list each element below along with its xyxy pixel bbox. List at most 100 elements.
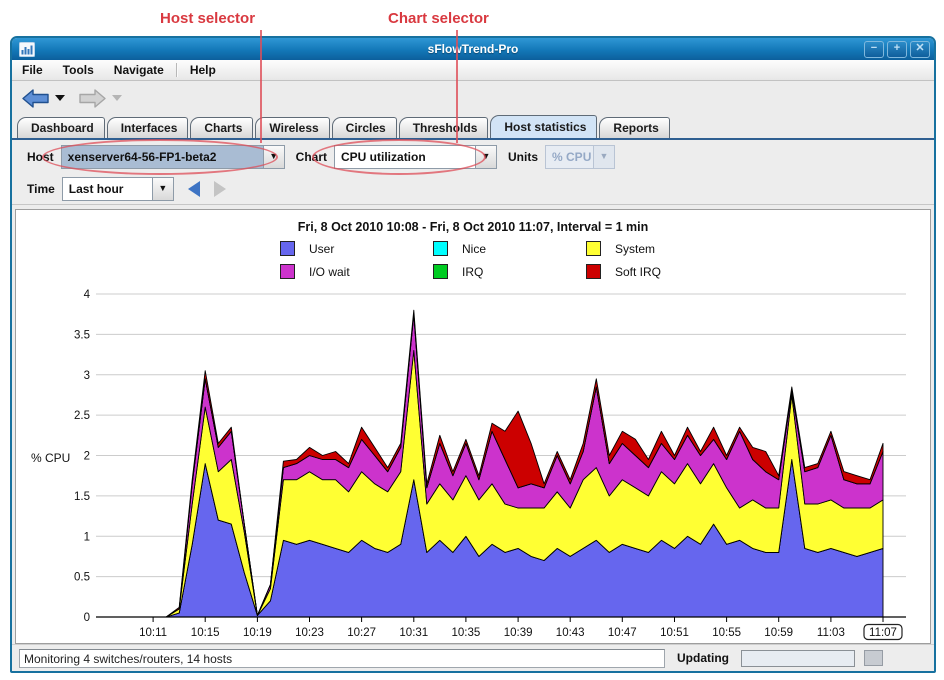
units-combobox-button[interactable]: ▼ <box>593 146 614 168</box>
host-label: Host <box>27 150 54 164</box>
legend-swatch-icon <box>280 264 295 279</box>
x-tick-label: 10:47 <box>608 627 637 639</box>
legend-swatch-icon <box>433 264 448 279</box>
legend-name: I/O wait <box>309 265 350 279</box>
close-button[interactable]: ✕ <box>910 41 930 58</box>
tab-host-statistics[interactable]: Host statistics <box>490 115 597 138</box>
status-bar: Monitoring 4 switches/routers, 14 hosts … <box>12 644 934 671</box>
legend-item: System <box>586 241 756 256</box>
navigation-toolbar <box>12 81 934 115</box>
x-tick-label: 10:31 <box>399 627 428 639</box>
x-tick-label: 10:11 <box>139 627 167 639</box>
host-selector-annotation: Host selector <box>160 10 255 27</box>
x-tick-label: 10:55 <box>712 627 741 639</box>
y-tick-label: 0.5 <box>74 572 90 584</box>
menu-help[interactable]: Help <box>180 60 226 80</box>
window-title: sFlowTrend-Pro <box>12 42 934 56</box>
host-combobox[interactable]: xenserver64-56-FP1-beta2 ▼ <box>61 145 285 169</box>
legend-name: Soft IRQ <box>615 265 661 279</box>
maximize-button[interactable]: + <box>887 41 907 58</box>
x-tick-label: 10:27 <box>347 627 376 639</box>
tab-interfaces[interactable]: Interfaces <box>107 117 189 138</box>
chart-label: Chart <box>296 150 327 164</box>
legend-name: IRQ <box>462 265 483 279</box>
combo-arrow-icon: ▼ <box>269 152 278 161</box>
y-tick-label: 0 <box>84 612 90 624</box>
legend-swatch-icon <box>433 241 448 256</box>
update-progress-bar <box>741 650 855 667</box>
time-previous-icon[interactable] <box>188 181 200 197</box>
time-row: Time Last hour ▼ <box>12 173 934 205</box>
y-tick-label: 2.5 <box>74 410 90 422</box>
time-combobox-button[interactable]: ▼ <box>152 178 173 200</box>
legend-name: User <box>309 242 334 256</box>
legend-swatch-icon <box>586 264 601 279</box>
y-tick-label: 1.5 <box>74 491 90 503</box>
menu-separator <box>176 63 178 77</box>
minimize-button[interactable]: − <box>864 41 884 58</box>
x-tick-label: 10:15 <box>191 627 220 639</box>
legend-name: System <box>615 242 655 256</box>
forward-arrow-icon[interactable] <box>79 89 106 108</box>
tab-wireless[interactable]: Wireless <box>255 117 329 138</box>
y-tick-label: 1 <box>84 531 90 543</box>
tab-thresholds[interactable]: Thresholds <box>399 117 489 138</box>
window-controls: − + ✕ <box>864 41 930 58</box>
menubar: File Tools Navigate Help <box>12 60 934 81</box>
forward-dropdown-caret-icon[interactable] <box>112 95 122 101</box>
selector-row: Host xenserver64-56-FP1-beta2 ▼ Chart CP… <box>12 138 934 173</box>
menu-file[interactable]: File <box>12 60 53 80</box>
chart-combobox[interactable]: CPU utilization ▼ <box>334 145 497 169</box>
x-tick-label: 10:19 <box>243 627 272 639</box>
tab-charts[interactable]: Charts <box>190 117 253 138</box>
tab-reports[interactable]: Reports <box>599 117 669 138</box>
chart-title: Fri, 8 Oct 2010 10:08 - Fri, 8 Oct 2010 … <box>16 220 930 234</box>
x-tick-label: 10:23 <box>295 627 324 639</box>
time-next-icon[interactable] <box>214 181 226 197</box>
legend-item: Soft IRQ <box>586 264 756 279</box>
screen: Host selector Chart selector sFlowTrend-… <box>0 0 944 680</box>
combo-arrow-icon: ▼ <box>482 152 491 161</box>
host-combobox-button[interactable]: ▼ <box>263 146 284 168</box>
chart-combobox-value[interactable]: CPU utilization <box>335 146 475 168</box>
chart-legend: User Nice System I/O wait IRQ Soft IRQ <box>280 241 930 279</box>
host-combobox-value[interactable]: xenserver64-56-FP1-beta2 <box>62 146 263 168</box>
titlebar: sFlowTrend-Pro − + ✕ <box>12 38 934 60</box>
x-tick-label: 10:51 <box>660 627 689 639</box>
updating-label: Updating <box>677 651 729 665</box>
x-tick-label: 10:59 <box>764 627 793 639</box>
y-tick-label: 4 <box>84 289 91 301</box>
time-combobox-value[interactable]: Last hour <box>63 178 152 200</box>
menu-tools[interactable]: Tools <box>53 60 104 80</box>
menu-navigate[interactable]: Navigate <box>104 60 174 80</box>
chart-panel: Fri, 8 Oct 2010 10:08 - Fri, 8 Oct 2010 … <box>15 209 931 644</box>
y-tick-label: 2 <box>84 451 90 463</box>
progress-stop-button[interactable] <box>864 650 883 666</box>
x-tick-label: 11:03 <box>817 627 845 639</box>
tab-dashboard[interactable]: Dashboard <box>17 117 105 138</box>
time-combobox[interactable]: Last hour ▼ <box>62 177 174 201</box>
tab-circles[interactable]: Circles <box>332 117 397 138</box>
units-combobox[interactable]: % CPU ▼ <box>545 145 615 169</box>
combo-arrow-icon: ▼ <box>158 184 167 193</box>
chart-selector-annotation: Chart selector <box>388 10 489 27</box>
back-arrow-icon[interactable] <box>22 89 49 108</box>
y-tick-label: 3.5 <box>74 329 90 341</box>
tab-bar: Dashboard Interfaces Charts Wireless Cir… <box>12 115 934 138</box>
x-tick-label: 11:07 <box>869 627 897 639</box>
x-tick-label: 10:39 <box>504 627 533 639</box>
legend-swatch-icon <box>586 241 601 256</box>
app-window: sFlowTrend-Pro − + ✕ File Tools Navigate… <box>10 36 936 673</box>
chart-combobox-button[interactable]: ▼ <box>475 146 496 168</box>
time-label: Time <box>27 182 55 196</box>
x-tick-label: 10:35 <box>452 627 481 639</box>
y-tick-label: 3 <box>84 370 90 382</box>
legend-swatch-icon <box>280 241 295 256</box>
units-label: Units <box>508 150 538 164</box>
legend-item: I/O wait <box>280 264 433 279</box>
back-dropdown-caret-icon[interactable] <box>55 95 65 101</box>
legend-name: Nice <box>462 242 486 256</box>
status-message-field: Monitoring 4 switches/routers, 14 hosts <box>19 649 665 668</box>
units-combobox-value: % CPU <box>546 146 593 168</box>
legend-item: Nice <box>433 241 586 256</box>
